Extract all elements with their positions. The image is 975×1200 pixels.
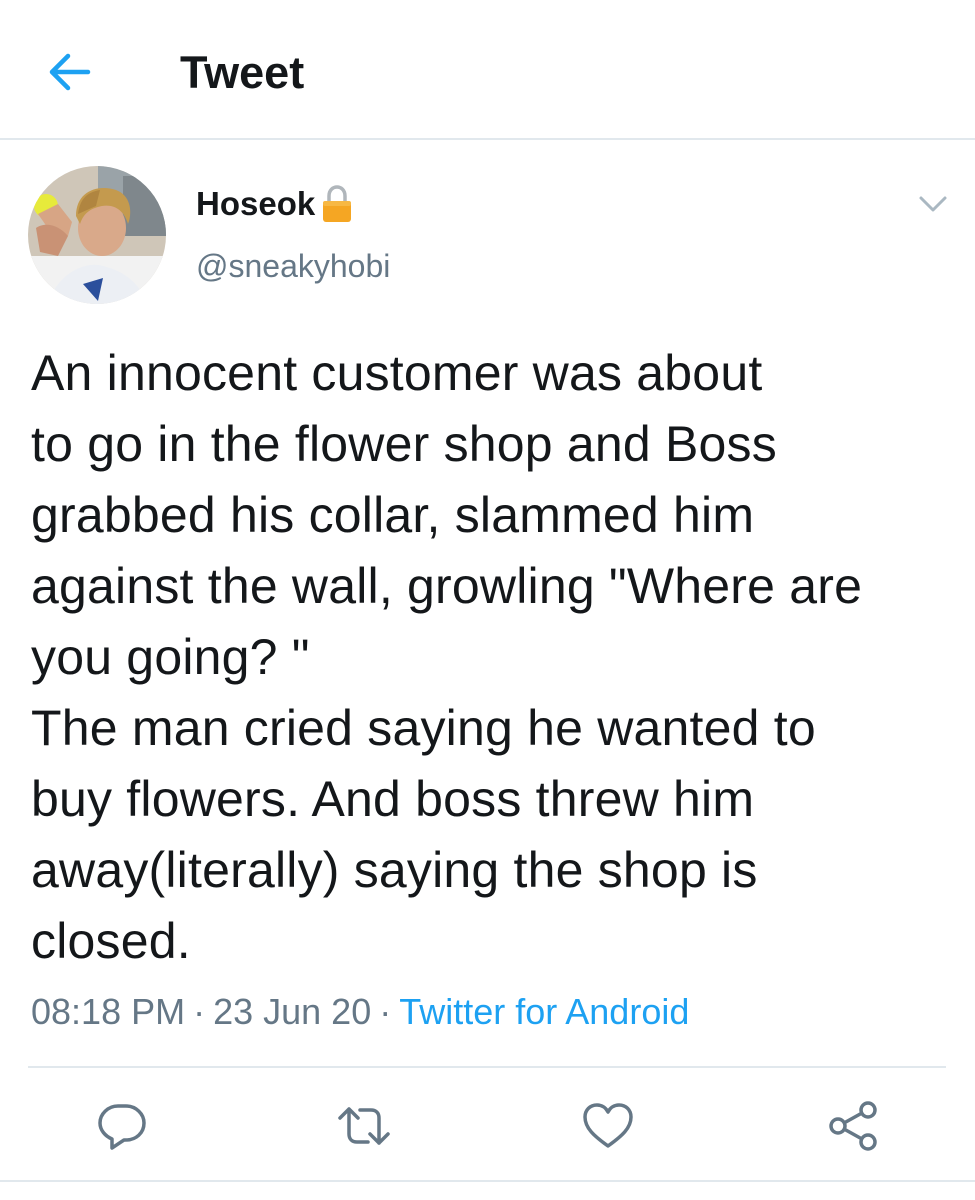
tweet-menu-button[interactable] — [912, 186, 954, 222]
avatar-image — [28, 166, 166, 304]
tweet-line: to go in the flower shop and Boss — [31, 416, 777, 472]
heart-icon — [583, 1103, 633, 1148]
tweet-text: An innocent customer was about to go in … — [31, 338, 951, 977]
tweet-time: 08:18 PM — [31, 991, 186, 1032]
page-title: Tweet — [180, 47, 305, 98]
tweet-line: against the wall, growling "Where are — [31, 558, 863, 614]
tweet-line: closed. — [31, 913, 191, 969]
tweet-line: An innocent customer was about — [31, 345, 763, 401]
chevron-down-icon — [919, 196, 947, 212]
meta-separator: · — [379, 991, 392, 1032]
tweet-date: 23 Jun 20 — [213, 991, 372, 1032]
tweet-meta: 08:18 PM · 23 Jun 20 · Twitter for Android — [31, 988, 689, 1036]
tweet-line: buy flowers. And boss threw him — [31, 771, 755, 827]
author-name-row[interactable]: Hoseok — [196, 180, 355, 228]
reply-icon — [98, 1104, 146, 1150]
retweet-button[interactable] — [336, 1098, 392, 1154]
share-button[interactable] — [826, 1098, 882, 1154]
tweet-line: grabbed his collar, slammed him — [31, 487, 755, 543]
divider — [0, 1180, 975, 1182]
divider — [28, 1066, 946, 1068]
top-bar: Tweet — [0, 0, 975, 140]
like-button[interactable] — [580, 1098, 636, 1154]
back-button[interactable] — [42, 48, 96, 96]
reply-button[interactable] — [94, 1098, 150, 1154]
lock-icon — [323, 185, 352, 222]
avatar[interactable] — [28, 166, 166, 304]
retweet-icon — [338, 1107, 390, 1145]
tweet-page: Tweet Hoseok @sneakyhobi An innocent cus… — [0, 0, 975, 1200]
arrow-left-icon — [49, 53, 91, 91]
display-name: Hoseok — [196, 185, 316, 222]
meta-separator: · — [193, 991, 206, 1032]
tweet-line: away(literally) saying the shop is — [31, 842, 758, 898]
tweet-line: you going? " — [31, 629, 310, 685]
author-handle[interactable]: @sneakyhobi — [196, 244, 390, 288]
tweet-line: The man cried saying he wanted to — [31, 700, 816, 756]
share-icon — [829, 1101, 877, 1151]
tweet-source-link[interactable]: Twitter for Android — [399, 991, 689, 1032]
